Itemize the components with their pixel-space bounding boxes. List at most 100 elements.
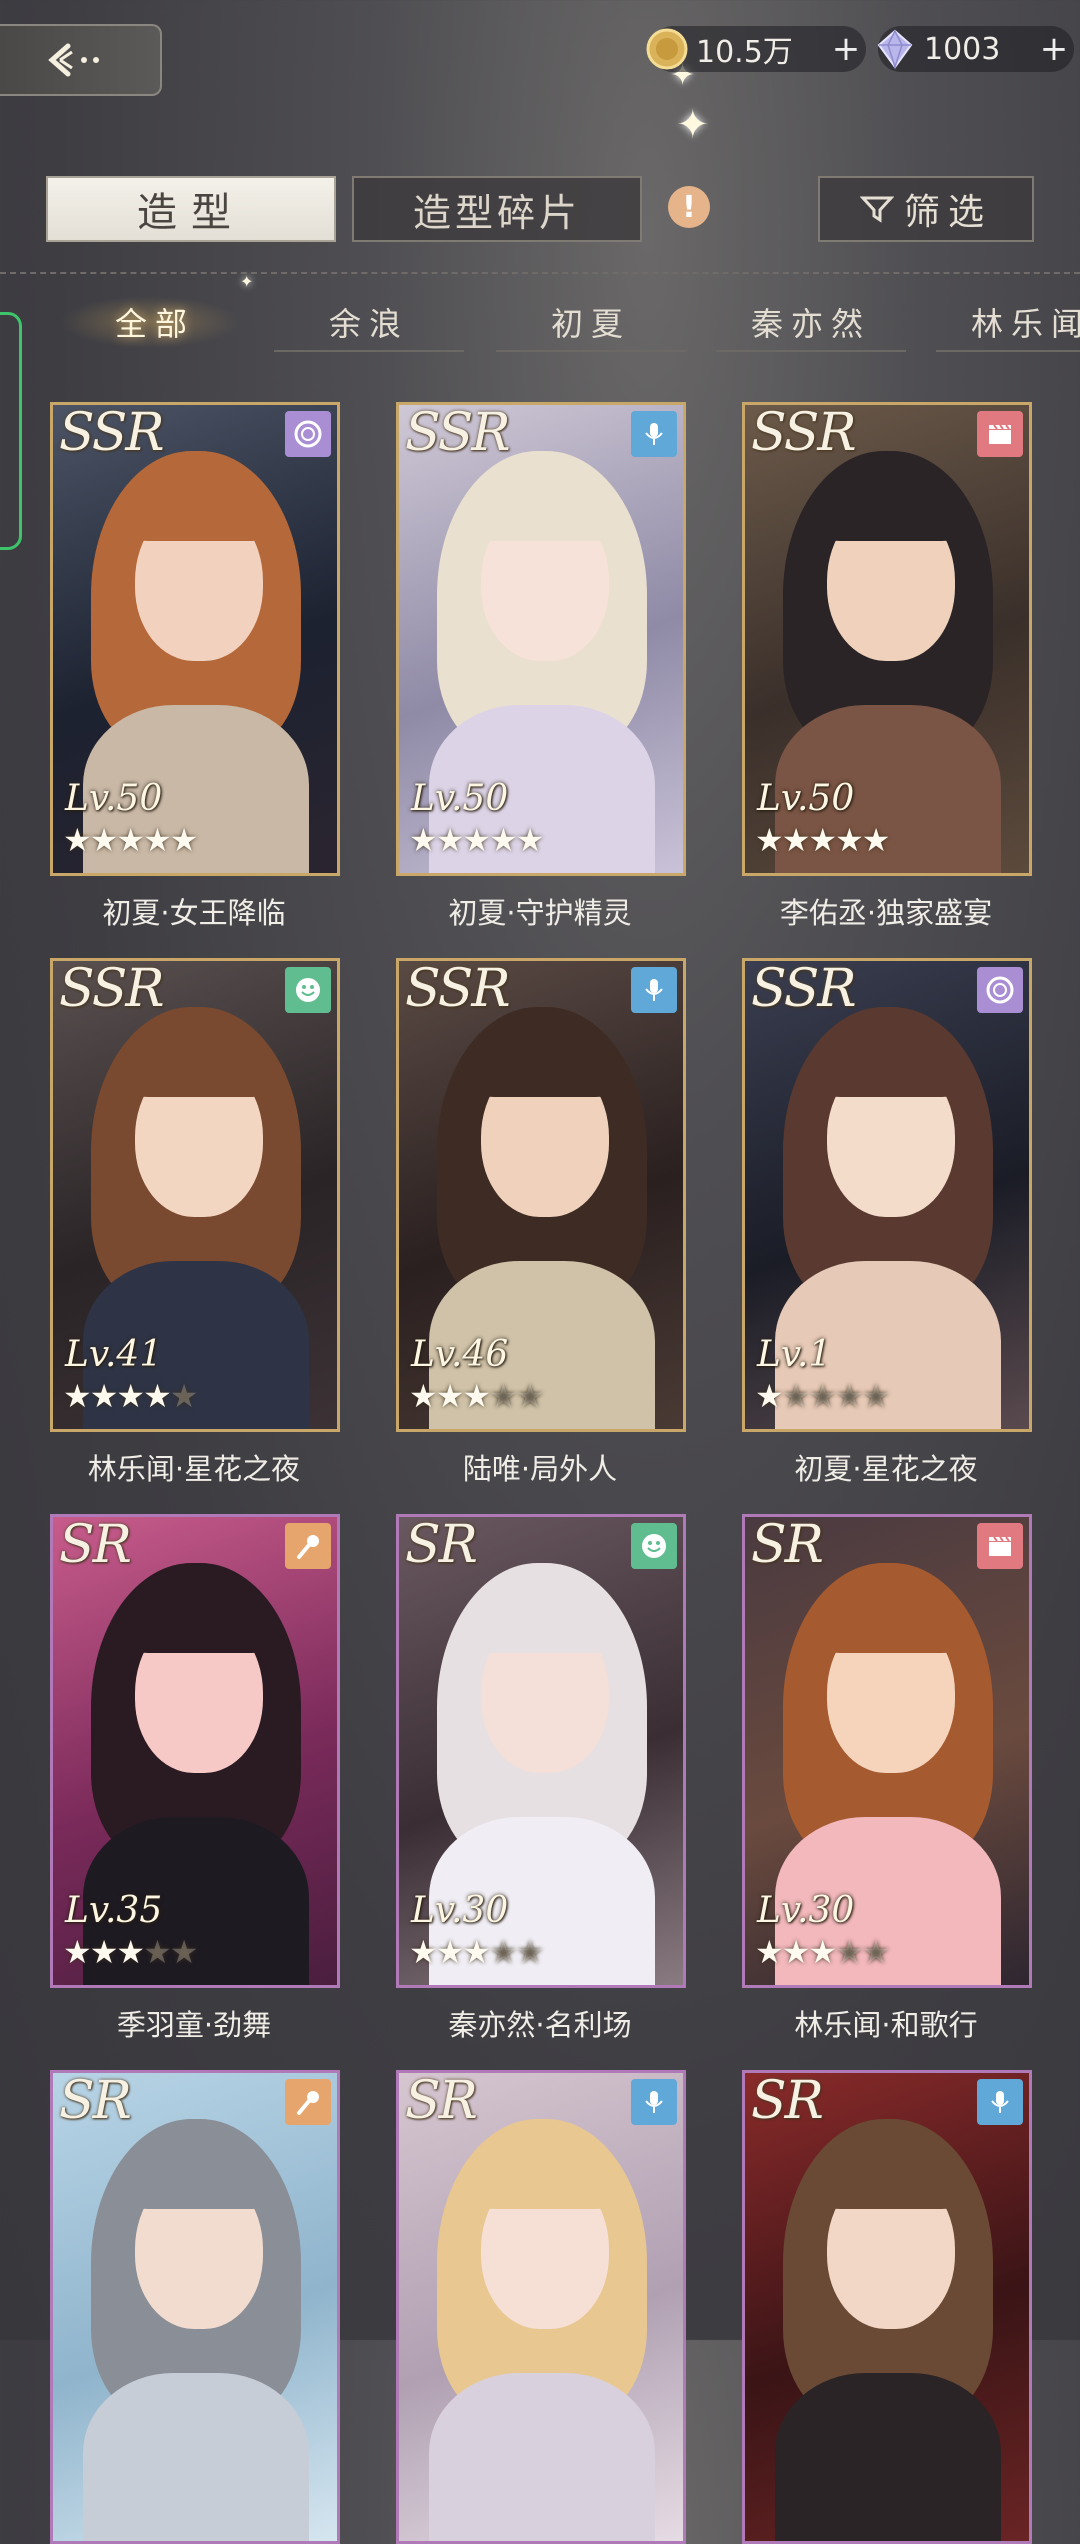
level-label: Lv.50 bbox=[757, 778, 855, 819]
outfit-name: 林乐闻·星花之夜 bbox=[87, 1452, 301, 1486]
outfit-name: 李佑丞·独家盛宴 bbox=[779, 896, 993, 930]
outfit-card[interactable]: SR Lv.30 ★★★★★ 林乐闻·和歌行 bbox=[742, 1514, 1032, 2042]
character-filter-tabs: 全部 余浪 初夏 秦亦然 林乐闻 bbox=[0, 284, 1080, 356]
star-rating: ★★★★★ bbox=[409, 1377, 544, 1415]
rarity-label: SSR bbox=[59, 403, 164, 463]
outfit-card[interactable]: SR bbox=[396, 2070, 686, 2544]
gem-amount: 1003 bbox=[924, 31, 1001, 67]
top-bar: 10.5万 + 1003 + bbox=[0, 0, 1080, 110]
smile-icon bbox=[285, 967, 331, 1013]
char-tab-yulang[interactable]: 余浪 bbox=[274, 294, 464, 352]
divider bbox=[0, 272, 1080, 274]
star-rating: ★★★★★ bbox=[755, 1933, 890, 1971]
gold-amount: 10.5万 bbox=[696, 35, 793, 70]
rarity-label: SSR bbox=[405, 403, 510, 463]
char-tab-linlewen[interactable]: 林乐闻 bbox=[936, 294, 1080, 352]
rarity-label: SR bbox=[751, 2071, 824, 2131]
info-alert-icon[interactable]: ! bbox=[668, 186, 710, 228]
level-label: Lv.46 bbox=[411, 1334, 509, 1375]
card-frame: SR Lv.35 ★★★★★ bbox=[50, 1514, 340, 1988]
level-label: Lv.50 bbox=[65, 778, 163, 819]
clapper-icon bbox=[977, 411, 1023, 457]
star-rating: ★★★★★ bbox=[63, 821, 198, 859]
outfit-card[interactable]: SSR Lv.50 ★★★★★ 初夏·女王降临 bbox=[50, 402, 340, 930]
level-label: Lv.30 bbox=[757, 1890, 855, 1931]
card-frame: SSR Lv.46 ★★★★★ bbox=[396, 958, 686, 1432]
outfit-card[interactable]: SR bbox=[50, 2070, 340, 2544]
back-arrow-icon bbox=[48, 43, 99, 77]
rarity-label: SSR bbox=[751, 959, 856, 1019]
rarity-label: SSR bbox=[751, 403, 856, 463]
outfit-card[interactable]: SR Lv.35 ★★★★★ 季羽童·劲舞 bbox=[50, 1514, 340, 2042]
star-rating: ★★★★★ bbox=[409, 821, 544, 859]
add-gem-button[interactable]: + bbox=[1034, 29, 1074, 69]
rarity-label: SR bbox=[405, 2071, 478, 2131]
mic-icon bbox=[631, 411, 677, 457]
star-rating: ★★★★★ bbox=[755, 1377, 890, 1415]
rarity-label: SR bbox=[751, 1515, 824, 1575]
rarity-label: SR bbox=[59, 2071, 132, 2131]
star-rating: ★★★★★ bbox=[63, 1933, 198, 1971]
outfit-name: 初夏·星花之夜 bbox=[794, 1452, 978, 1486]
star-rating: ★★★★★ bbox=[63, 1377, 198, 1415]
level-label: Lv.35 bbox=[65, 1890, 163, 1931]
card-frame: SSR Lv.50 ★★★★★ bbox=[50, 402, 340, 876]
outfit-name: 林乐闻·和歌行 bbox=[794, 2008, 978, 2042]
outfit-card[interactable]: SSR Lv.1 ★★★★★ 初夏·星花之夜 bbox=[742, 958, 1032, 1486]
card-frame: SR bbox=[50, 2070, 340, 2544]
filter-button[interactable]: 筛选 bbox=[818, 176, 1034, 242]
card-frame: SR bbox=[742, 2070, 1032, 2544]
outfit-card[interactable]: SSR Lv.46 ★★★★★ 陆唯·局外人 bbox=[396, 958, 686, 1486]
smile-icon bbox=[631, 1523, 677, 1569]
mic-icon bbox=[631, 2079, 677, 2125]
tab-outfit[interactable]: 造型 bbox=[46, 176, 336, 242]
card-frame: SR Lv.30 ★★★★★ bbox=[742, 1514, 1032, 1988]
character-portrait bbox=[399, 2073, 683, 2541]
card-frame: SSR Lv.1 ★★★★★ bbox=[742, 958, 1032, 1432]
back-button[interactable] bbox=[0, 24, 162, 96]
outfit-name: 陆唯·局外人 bbox=[462, 1452, 618, 1486]
outfit-card[interactable]: SR bbox=[742, 2070, 1032, 2544]
diamond-icon bbox=[877, 29, 913, 70]
rarity-label: SSR bbox=[405, 959, 510, 1019]
star-rating: ★★★★★ bbox=[755, 821, 890, 859]
level-label: Lv.30 bbox=[411, 1890, 509, 1931]
rarity-label: SR bbox=[59, 1515, 132, 1575]
record-icon bbox=[977, 967, 1023, 1013]
level-label: Lv.41 bbox=[65, 1334, 163, 1375]
mic-icon bbox=[631, 967, 677, 1013]
add-gold-button[interactable]: + bbox=[826, 29, 866, 69]
char-tab-qinyiran[interactable]: 秦亦然 bbox=[716, 294, 906, 352]
character-portrait bbox=[745, 2073, 1029, 2541]
clapper-icon bbox=[977, 1523, 1023, 1569]
filter-label: 筛选 bbox=[903, 192, 992, 233]
rarity-label: SSR bbox=[59, 959, 164, 1019]
gem-currency: 1003 + bbox=[877, 26, 1074, 72]
gold-currency: 10.5万 + bbox=[646, 26, 866, 72]
outfit-name: 初夏·守护精灵 bbox=[448, 896, 632, 930]
pen-mic-icon bbox=[285, 2079, 331, 2125]
card-frame: SSR Lv.50 ★★★★★ bbox=[742, 402, 1032, 876]
outfit-card[interactable]: SSR Lv.50 ★★★★★ 初夏·守护精灵 bbox=[396, 402, 686, 930]
gold-coin-icon bbox=[646, 28, 688, 70]
character-portrait bbox=[53, 2073, 337, 2541]
outfit-card[interactable]: SR Lv.30 ★★★★★ 秦亦然·名利场 bbox=[396, 1514, 686, 2042]
tab-outfit-fragments[interactable]: 造型碎片 bbox=[352, 176, 642, 242]
mic-icon bbox=[977, 2079, 1023, 2125]
outfit-card[interactable]: SSR Lv.41 ★★★★★ 林乐闻·星花之夜 bbox=[50, 958, 340, 1486]
record-icon bbox=[285, 411, 331, 457]
level-label: Lv.1 bbox=[757, 1334, 832, 1375]
level-label: Lv.50 bbox=[411, 778, 509, 819]
rarity-label: SR bbox=[405, 1515, 478, 1575]
card-frame: SR Lv.30 ★★★★★ bbox=[396, 1514, 686, 1988]
card-frame: SSR Lv.50 ★★★★★ bbox=[396, 402, 686, 876]
outfit-card[interactable]: SSR Lv.50 ★★★★★ 李佑丞·独家盛宴 bbox=[742, 402, 1032, 930]
char-tab-chuxia[interactable]: 初夏 bbox=[496, 294, 686, 352]
pen-mic-icon bbox=[285, 1523, 331, 1569]
outfit-name: 初夏·女王降临 bbox=[102, 896, 286, 930]
card-frame: SR bbox=[396, 2070, 686, 2544]
char-tab-all[interactable]: 全部 bbox=[60, 294, 240, 350]
category-tabs: 造型 造型碎片 ! 筛选 bbox=[0, 176, 1080, 246]
card-frame: SSR Lv.41 ★★★★★ bbox=[50, 958, 340, 1432]
outfit-name: 秦亦然·名利场 bbox=[448, 2008, 632, 2042]
